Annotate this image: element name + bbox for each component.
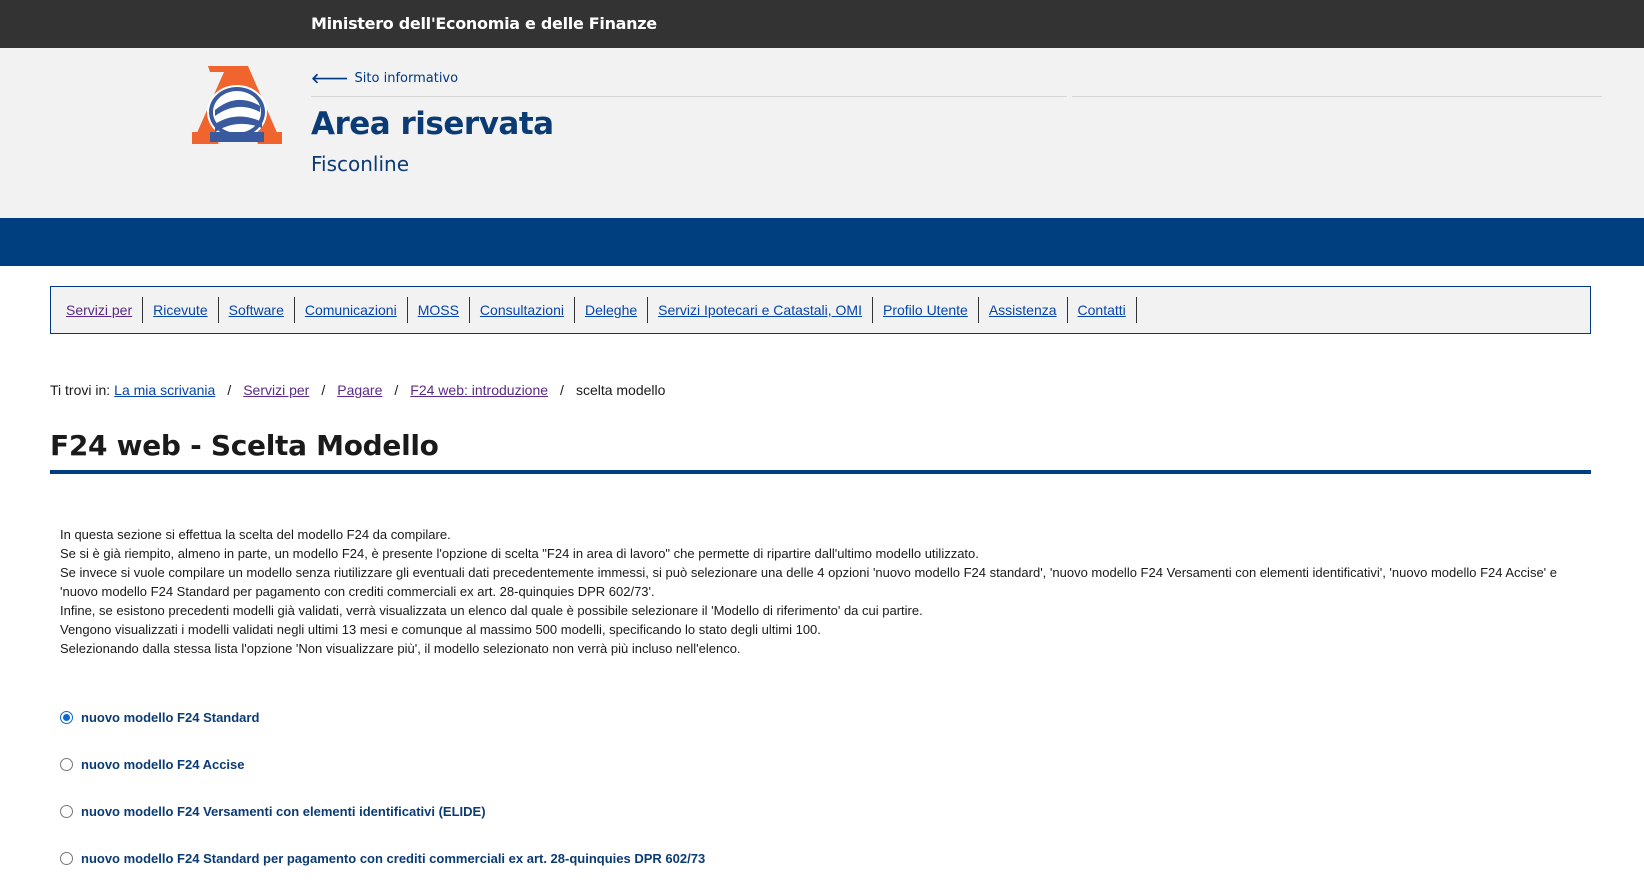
back-link-label: Sito informativo xyxy=(354,71,459,86)
menu-item-servizi-ipotecari[interactable]: Servizi Ipotecari e Catastali, OMI xyxy=(648,297,873,323)
option-f24-elide[interactable]: nuovo modello F24 Versamenti con element… xyxy=(60,804,486,819)
header-divider xyxy=(1072,96,1602,97)
intro-line: Selezionando dalla stessa lista l'opzion… xyxy=(60,641,741,656)
breadcrumb-separator: / xyxy=(227,382,232,398)
header-divider xyxy=(311,96,1067,97)
option-f24-standard[interactable]: nuovo modello F24 Standard xyxy=(60,710,259,725)
radio-f24-accise[interactable] xyxy=(60,758,73,771)
menu-item-profilo-utente[interactable]: Profilo Utente xyxy=(873,297,979,323)
menu-item-deleghe[interactable]: Deleghe xyxy=(575,297,649,323)
menu-item-assistenza[interactable]: Assistenza xyxy=(979,297,1068,323)
breadcrumb-current: scelta modello xyxy=(575,382,666,398)
menu-item-software[interactable]: Software xyxy=(219,297,295,323)
option-f24-accise[interactable]: nuovo modello F24 Accise xyxy=(60,757,245,772)
main-menu: Servizi per Ricevute Software Comunicazi… xyxy=(50,286,1591,334)
breadcrumb-link-servizi-per[interactable]: Servizi per xyxy=(243,382,309,398)
breadcrumb-link-pagare[interactable]: Pagare xyxy=(337,382,382,398)
menu-item-moss[interactable]: MOSS xyxy=(408,297,470,323)
breadcrumb: Ti trovi in: La mia scrivania / Servizi … xyxy=(50,382,665,398)
option-label: nuovo modello F24 Accise xyxy=(81,757,245,772)
menu-item-ricevute[interactable]: Ricevute xyxy=(143,297,219,323)
agenzia-entrate-logo[interactable] xyxy=(192,66,282,146)
back-to-info-site-link[interactable]: 🡐 Sito informativo xyxy=(311,70,458,87)
breadcrumb-separator: / xyxy=(321,382,326,398)
arrow-left-icon: 🡐 xyxy=(311,71,349,87)
radio-f24-crediti-commerciali[interactable] xyxy=(60,852,73,865)
area-subtitle: Fisconline xyxy=(311,152,410,176)
breadcrumb-link-scrivania[interactable]: La mia scrivania xyxy=(114,382,215,398)
option-label: nuovo modello F24 Standard xyxy=(81,710,260,725)
option-label: nuovo modello F24 Versamenti con element… xyxy=(81,804,486,819)
breadcrumb-link-f24-intro[interactable]: F24 web: introduzione xyxy=(410,382,548,398)
page-title: F24 web - Scelta Modello xyxy=(50,429,439,462)
menu-item-comunicazioni[interactable]: Comunicazioni xyxy=(295,297,408,323)
option-label: nuovo modello F24 Standard per pagamento… xyxy=(81,851,706,866)
intro-line: Vengono visualizzati i modelli validati … xyxy=(60,622,821,637)
radio-f24-standard[interactable] xyxy=(60,711,73,724)
brand-bar xyxy=(0,218,1644,266)
breadcrumb-separator: / xyxy=(560,382,564,398)
ministry-bar: Ministero dell'Economia e delle Finanze xyxy=(0,0,1644,48)
menu-item-contatti[interactable]: Contatti xyxy=(1068,297,1137,323)
breadcrumb-prefix: Ti trovi in: xyxy=(50,382,111,398)
intro-line: Se invece si vuole compilare un modello … xyxy=(60,565,1557,599)
breadcrumb-separator: / xyxy=(394,382,399,398)
area-title: Area riservata xyxy=(311,106,554,142)
menu-item-consultazioni[interactable]: Consultazioni xyxy=(470,297,575,323)
intro-line: Infine, se esistono precedenti modelli g… xyxy=(60,603,923,618)
intro-line: In questa sezione si effettua la scelta … xyxy=(60,527,451,542)
menu-item-servizi-per[interactable]: Servizi per xyxy=(56,297,144,323)
intro-text: In questa sezione si effettua la scelta … xyxy=(60,525,1580,658)
option-f24-crediti-commerciali[interactable]: nuovo modello F24 Standard per pagamento… xyxy=(60,851,705,866)
site-header: 🡐 Sito informativo Area riservata Fiscon… xyxy=(0,48,1644,218)
title-underline xyxy=(50,470,1591,474)
radio-f24-elide[interactable] xyxy=(60,805,73,818)
intro-line: Se si è già riempito, almeno in parte, u… xyxy=(60,546,979,561)
ministry-name: Ministero dell'Economia e delle Finanze xyxy=(311,14,657,33)
